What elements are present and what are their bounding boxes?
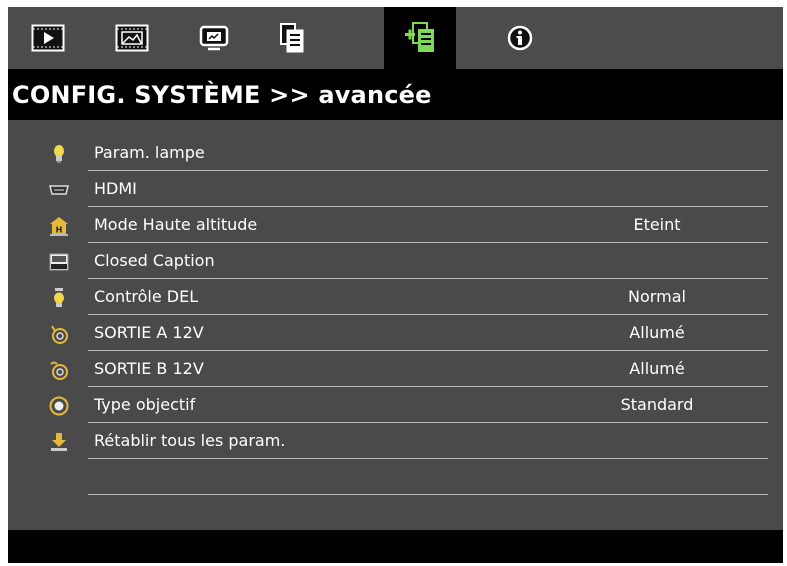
lens-type-icon	[49, 396, 69, 416]
menu-item-hdmi[interactable]: HDMI	[8, 171, 783, 207]
menu-item-label: Type objectif	[94, 395, 196, 414]
menu-item-value[interactable]: Standard	[568, 395, 746, 414]
trigger-b-icon	[50, 361, 68, 380]
menu-item-closed-caption[interactable]: Closed Caption	[8, 243, 783, 279]
menu-item-label: Mode Haute altitude	[94, 215, 258, 234]
tab-system-settings[interactable]	[256, 7, 328, 69]
menu-item-lamp-settings[interactable]: Param. lampe	[8, 135, 783, 171]
menu-item-label: Rétablir tous les param.	[94, 431, 286, 450]
separator	[88, 494, 768, 495]
tab-setup[interactable]	[178, 7, 250, 69]
menu-item-high-altitude[interactable]: H Mode Haute altitude Eteint	[8, 207, 783, 243]
menu-item-trigger-b[interactable]: SORTIE B 12V Allumé	[8, 351, 783, 387]
high-altitude-icon: H	[50, 217, 68, 236]
tab-bar	[8, 7, 783, 69]
setup-icon	[199, 25, 229, 51]
tab-advanced-system-settings[interactable]	[384, 7, 456, 69]
page-title: CONFIG. SYSTÈME >> avancée	[12, 81, 432, 109]
svg-text:H: H	[56, 226, 63, 235]
led-icon	[54, 288, 64, 307]
menu-item-label: SORTIE B 12V	[94, 359, 204, 378]
menu-item-empty	[8, 459, 783, 495]
title-bar: CONFIG. SYSTÈME >> avancée	[8, 69, 783, 120]
menu-item-label: HDMI	[94, 179, 137, 198]
menu-list: Param. lampe HDMI H Mode Haute altitude …	[8, 120, 783, 530]
menu-item-value[interactable]: Eteint	[568, 215, 746, 234]
menu-item-trigger-a[interactable]: SORTIE A 12V Allumé	[8, 315, 783, 351]
tab-info[interactable]	[484, 7, 556, 69]
menu-item-reset-all[interactable]: Rétablir tous les param.	[8, 423, 783, 459]
menu-item-label: Param. lampe	[94, 143, 205, 162]
advanced-system-settings-icon	[405, 22, 434, 52]
menu-item-value[interactable]: Allumé	[568, 359, 746, 378]
menu-item-label: Contrôle DEL	[94, 287, 199, 306]
closed-caption-icon	[49, 253, 69, 271]
info-icon	[507, 25, 533, 51]
bottom-bar	[8, 530, 783, 563]
hdmi-icon	[49, 185, 69, 195]
menu-item-label: Closed Caption	[94, 251, 215, 270]
tab-image-settings[interactable]	[12, 7, 84, 69]
menu-item-led-control[interactable]: Contrôle DEL Normal	[8, 279, 783, 315]
menu-item-value[interactable]: Normal	[568, 287, 746, 306]
image-settings-icon	[31, 24, 65, 52]
lamp-icon	[54, 145, 64, 163]
menu-item-label: SORTIE A 12V	[94, 323, 204, 342]
trigger-a-icon	[51, 325, 68, 344]
display-settings-icon	[115, 24, 149, 52]
system-settings-icon	[280, 23, 304, 53]
osd-menu: CONFIG. SYSTÈME >> avancée Param. lampe …	[8, 7, 783, 563]
tab-display-settings[interactable]	[96, 7, 168, 69]
menu-item-lens-type[interactable]: Type objectif Standard	[8, 387, 783, 423]
menu-item-value[interactable]: Allumé	[568, 323, 746, 342]
reset-icon	[51, 433, 67, 451]
